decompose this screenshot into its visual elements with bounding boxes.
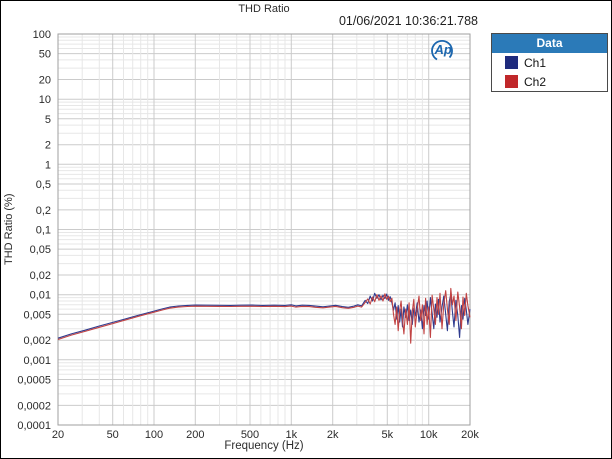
y-tick-label: 2 (45, 140, 51, 152)
y-tick-label: 0,02 (30, 270, 51, 282)
legend-item-ch2[interactable]: Ch2 (492, 72, 607, 91)
x-axis-title: Frequency (Hz) (224, 440, 304, 452)
ch2-color-swatch (505, 75, 518, 88)
y-tick-label: 0,001 (23, 355, 51, 367)
y-axis-title: THD Ratio (%) (3, 193, 15, 266)
legend-item-ch1[interactable]: Ch1 (492, 53, 607, 72)
y-tick-label: 0,0002 (17, 400, 51, 412)
ch2-label: Ch2 (524, 74, 547, 89)
ap-logo-text: Ap (434, 42, 452, 57)
y-tick-label: 1 (45, 159, 51, 171)
audio-precision-logo: Ap (431, 39, 453, 61)
thd-ratio-window: THD Ratio 01/06/2021 10:36:21.788 100 50 2… (0, 0, 612, 459)
y-tick-label: 20 (39, 75, 51, 87)
y-tick-label: 0,002 (23, 335, 51, 347)
y-tick-label: 5 (45, 114, 51, 126)
y-tick-label: 0,0001 (17, 420, 51, 432)
y-tick-label: 0,2 (36, 205, 51, 217)
data-legend: Data Ch1 Ch2 (491, 33, 608, 92)
y-tick-label: 0,01 (30, 290, 51, 302)
ch1-color-swatch (505, 56, 518, 69)
y-tick-label: 0,005 (23, 309, 51, 321)
y-tick-label: 0,1 (36, 225, 51, 237)
y-tick-label: 10 (39, 94, 51, 106)
series-line-ch2 (57, 287, 471, 344)
legend-header: Data (492, 34, 607, 53)
y-tick-label: 50 (39, 49, 51, 61)
y-tick-label: 0,0005 (17, 375, 51, 387)
ch1-label: Ch1 (524, 55, 547, 70)
y-tick-label: 0,05 (30, 244, 51, 256)
y-tick-label: 100 (33, 29, 51, 41)
y-tick-label: 0,5 (36, 179, 51, 191)
